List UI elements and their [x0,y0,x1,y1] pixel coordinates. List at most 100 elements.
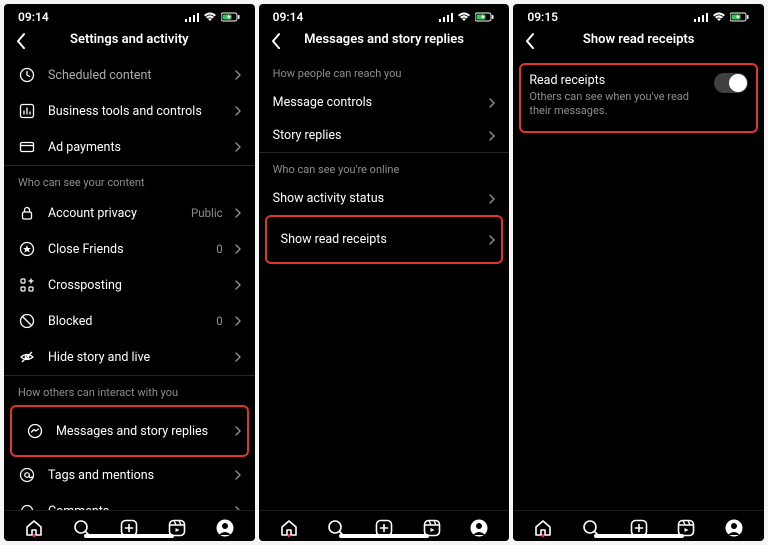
signal-icon [185,12,199,22]
read-receipts-toggle-row[interactable]: Read receipts Others can see when you've… [529,73,748,119]
profile-icon [724,518,744,538]
highlight-toggle: Read receipts Others can see when you've… [519,63,758,133]
signal-icon [439,12,453,22]
chevron-right-icon [235,208,241,218]
clock: 09:15 [527,10,558,24]
section-online: Who can see you're online [259,152,510,182]
chevron-right-icon [235,70,241,80]
row-label: Hide story and live [48,350,223,365]
chevron-right-icon [235,244,241,254]
clock-icon [19,67,35,83]
status-bar: 09:15 [513,4,764,26]
row-label: Messages and story replies [56,424,223,439]
chevron-right-icon [235,352,241,362]
page-title: Messages and story replies [304,32,464,47]
row-label: Close Friends [48,242,204,257]
row-blocked[interactable]: Blocked 0 [4,303,255,339]
status-icons [439,12,495,22]
row-read-receipts[interactable]: Show read receipts [273,223,496,256]
lock-icon [19,205,35,221]
row-value: 0 [216,242,222,256]
page-header: Show read receipts [513,26,764,57]
row-label: Business tools and controls [48,104,223,119]
row-hide-story[interactable]: Hide story and live [4,339,255,375]
row-activity-status[interactable]: Show activity status [259,182,510,215]
row-label: Crossposting [48,278,223,293]
messenger-icon [27,423,43,439]
page-title: Settings and activity [70,32,189,47]
clock: 09:14 [273,10,304,24]
chart-icon [19,103,35,119]
screen-read-receipts: 09:15 Show read receipts Read receipts O… [513,4,764,541]
row-account-privacy[interactable]: Account privacy Public [4,195,255,231]
wifi-icon [712,12,726,22]
back-button[interactable] [521,32,539,50]
nav-home[interactable] [278,517,300,539]
chevron-left-icon [16,33,26,49]
row-crossposting[interactable]: Crossposting [4,267,255,303]
highlight-read-receipts: Show read receipts [265,215,504,264]
home-indicator [594,534,684,538]
row-story-replies[interactable]: Story replies [259,119,510,152]
chevron-right-icon [489,194,495,204]
nav-profile[interactable] [723,517,745,539]
battery-icon [221,12,241,22]
wifi-icon [457,12,471,22]
clock: 09:14 [18,10,49,24]
row-label: Message controls [273,95,478,110]
chevron-left-icon [525,33,535,49]
read-receipts-toggle[interactable] [714,73,748,93]
toggle-knob [729,74,747,92]
profile-icon [469,518,489,538]
row-label: Show activity status [273,191,478,206]
page-title: Show read receipts [583,32,695,47]
row-label: Tags and mentions [48,468,223,483]
row-tags-mentions[interactable]: Tags and mentions [4,457,255,493]
row-value: Public [191,206,223,220]
row-ad-payments[interactable]: Ad payments [4,129,255,165]
chevron-right-icon [235,470,241,480]
row-message-controls[interactable]: Message controls [259,86,510,119]
back-button[interactable] [12,32,30,50]
battery-icon [730,12,750,22]
wifi-icon [203,12,217,22]
screen-settings: 09:14 Settings and activity Scheduled co… [4,4,255,541]
highlight-messages-replies: Messages and story replies [10,405,249,457]
row-label: Story replies [273,128,478,143]
nav-home[interactable] [23,517,45,539]
nav-home[interactable] [532,517,554,539]
section-who-can-see: Who can see your content [4,165,255,195]
settings-content: Scheduled content Business tools and con… [4,57,255,541]
notification-dot [32,534,35,537]
chevron-right-icon [489,235,495,245]
back-button[interactable] [267,32,285,50]
star-icon [19,241,35,257]
row-label: Ad payments [48,140,223,155]
grid-plus-icon [19,277,35,293]
toggle-description: Others can see when you've read their me… [529,90,706,119]
battery-icon [475,12,495,22]
home-indicator [84,534,174,538]
chevron-right-icon [235,316,241,326]
block-icon [19,313,35,329]
chevron-right-icon [489,98,495,108]
row-close-friends[interactable]: Close Friends 0 [4,231,255,267]
row-messages-story-replies[interactable]: Messages and story replies [18,413,241,449]
nav-profile[interactable] [468,517,490,539]
card-icon [19,139,35,155]
status-icons [185,12,241,22]
chevron-right-icon [235,142,241,152]
section-reach: How people can reach you [259,57,510,86]
page-header: Messages and story replies [259,26,510,57]
nav-profile[interactable] [214,517,236,539]
chevron-left-icon [271,33,281,49]
row-scheduled-content[interactable]: Scheduled content [4,57,255,93]
page-header: Settings and activity [4,26,255,57]
row-label: Show read receipts [281,232,478,247]
notification-dot [287,534,290,537]
signal-icon [694,12,708,22]
row-business-tools[interactable]: Business tools and controls [4,93,255,129]
status-bar: 09:14 [259,4,510,26]
at-icon [19,467,35,483]
home-indicator [339,534,429,538]
